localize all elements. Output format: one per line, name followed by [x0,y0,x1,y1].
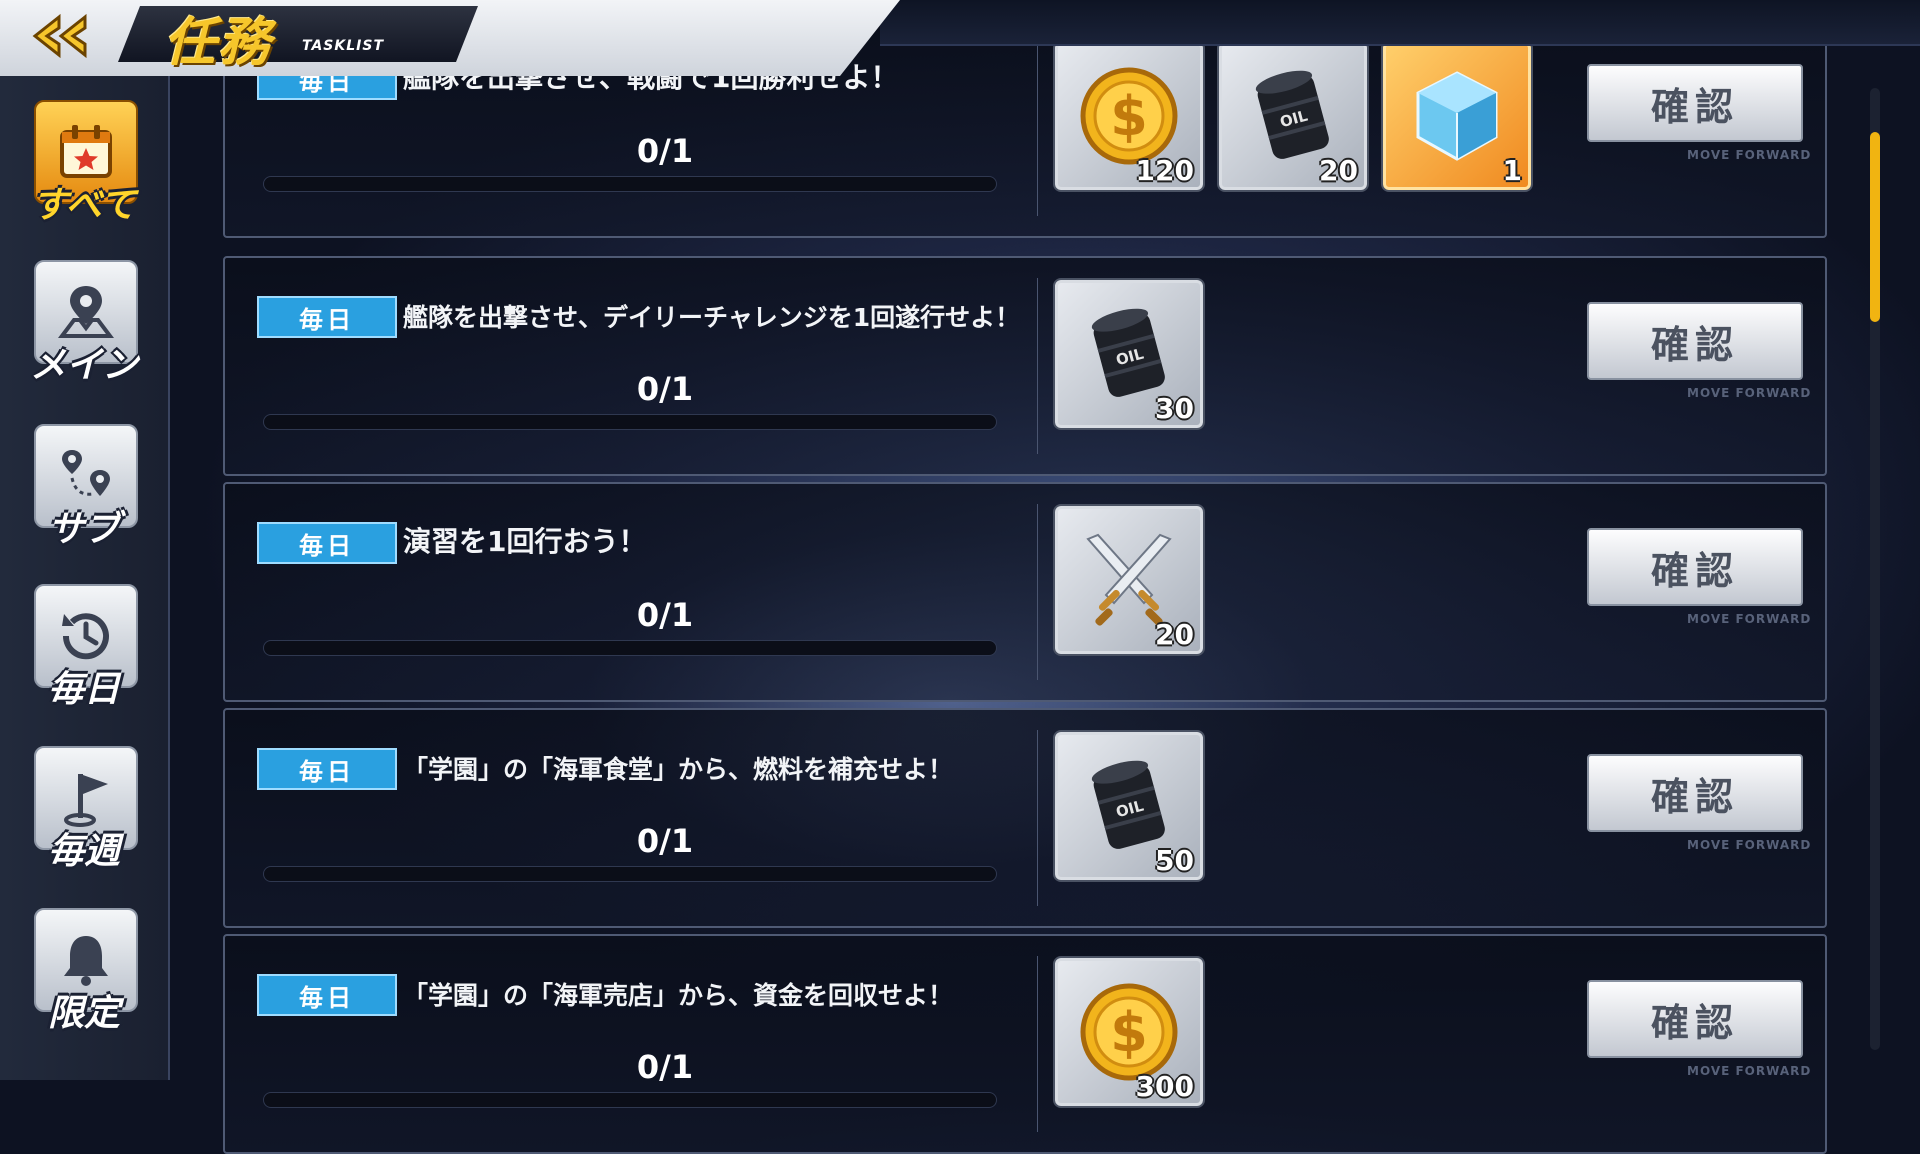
sidebar-item-label: メイン [29,345,138,386]
task-card: 毎日 演習を1回行おう！ 0/1 20 確認 MOVE FORWARD [223,482,1827,702]
reward-item[interactable]: $ 300 [1055,958,1203,1106]
reward-count: 120 [1135,154,1194,187]
task-description: 演習を1回行おう！ [403,525,647,558]
sidebar-item-main[interactable]: メイン [30,260,138,400]
task-description: 「学園」の「海軍食堂」から、燃料を補充せよ！ [403,755,954,784]
route-pins-icon [62,450,110,496]
daily-badge: 毎日 [257,748,397,790]
move-forward-label: MOVE FORWARD [1687,612,1812,626]
reward-count: 20 [1319,154,1358,187]
move-forward-label: MOVE FORWARD [1687,838,1812,852]
scrollbar-track[interactable] [1870,88,1880,1050]
confirm-button[interactable]: 確認 [1587,302,1803,380]
sidebar-item-label: 毎日 [47,669,120,710]
back-button[interactable] [0,0,120,72]
task-card: 毎日 「学園」の「海軍食堂」から、燃料を補充せよ！ 0/1 OIL 50 確認 … [223,708,1827,928]
daily-badge: 毎日 [257,974,397,1016]
sidebar-item-label: すべて [31,185,137,226]
progress-bar [263,1092,997,1108]
reward-list: 20 [1055,506,1203,654]
reward-count: 50 [1155,844,1194,877]
page-title: 任務 [164,13,273,73]
progress-bar [263,866,997,882]
move-forward-label: MOVE FORWARD [1687,1064,1812,1078]
scrollbar-thumb[interactable] [1870,132,1880,322]
reward-count: 30 [1155,392,1194,425]
progress-text: 0/1 [636,822,694,860]
history-clock-icon [62,613,109,660]
sidebar-item-all[interactable]: すべて [30,100,138,240]
reward-list: $ 300 [1055,958,1203,1106]
task-description: 艦隊を出撃させ、デイリーチャレンジを1回遂行せよ！ [403,303,1021,332]
move-forward-label: MOVE FORWARD [1687,386,1812,400]
sidebar-item-label: サブ [47,509,120,550]
progress-bar [263,414,997,430]
svg-text:$: $ [1110,85,1148,148]
confirm-button[interactable]: 確認 [1587,528,1803,606]
bell-icon [64,936,108,986]
progress-text: 0/1 [636,370,694,408]
sidebar-item-sub[interactable]: サブ [30,424,138,564]
progress-bar [263,640,997,656]
svg-text:$: $ [1110,1001,1148,1064]
task-card: 毎日 「学園」の「海軍売店」から、資金を回収せよ！ 0/1 $ 300 確認 M… [223,934,1827,1154]
sidebar-item-weekly[interactable]: 毎週 [30,746,138,886]
confirm-button[interactable]: 確認 [1587,754,1803,832]
reward-count: 20 [1155,618,1194,651]
reward-count: 300 [1135,1070,1194,1103]
daily-badge: 毎日 [257,296,397,338]
progress-text: 0/1 [636,132,694,170]
reward-list: OIL 50 [1055,732,1203,880]
flag-icon [64,774,108,827]
progress-bar [263,176,997,192]
calendar-star-icon [60,125,112,178]
progress-text: 0/1 [636,1048,694,1086]
back-arrow-icon [32,13,87,59]
reward-list: OIL 30 [1055,280,1203,428]
top-bar: 任務 TASKLIST [0,0,1920,78]
confirm-button[interactable]: 確認 [1587,980,1803,1058]
sidebar-item-label: 毎週 [47,831,120,872]
daily-badge: 毎日 [257,522,397,564]
sidebar-item-limited[interactable]: 限定 [30,908,138,1048]
progress-text: 0/1 [636,596,694,634]
category-sidebar: すべて メイン サブ 毎日 毎週 限定 [0,76,170,1080]
map-pin-icon [58,286,114,338]
reward-item[interactable]: OIL 50 [1055,732,1203,880]
reward-item[interactable]: OIL 30 [1055,280,1203,428]
task-card: 毎日 艦隊を出撃させ、デイリーチャレンジを1回遂行せよ！ 0/1 OIL 30 … [223,256,1827,476]
top-bar-background [880,0,1920,46]
task-description: 「学園」の「海軍売店」から、資金を回収せよ！ [403,981,954,1010]
sidebar-item-label: 限定 [47,993,120,1034]
move-forward-label: MOVE FORWARD [1687,148,1812,162]
reward-item[interactable]: 20 [1055,506,1203,654]
sidebar-item-daily[interactable]: 毎日 [30,584,138,724]
page-subtitle: TASKLIST [302,38,384,54]
reward-count: 1 [1502,154,1522,187]
